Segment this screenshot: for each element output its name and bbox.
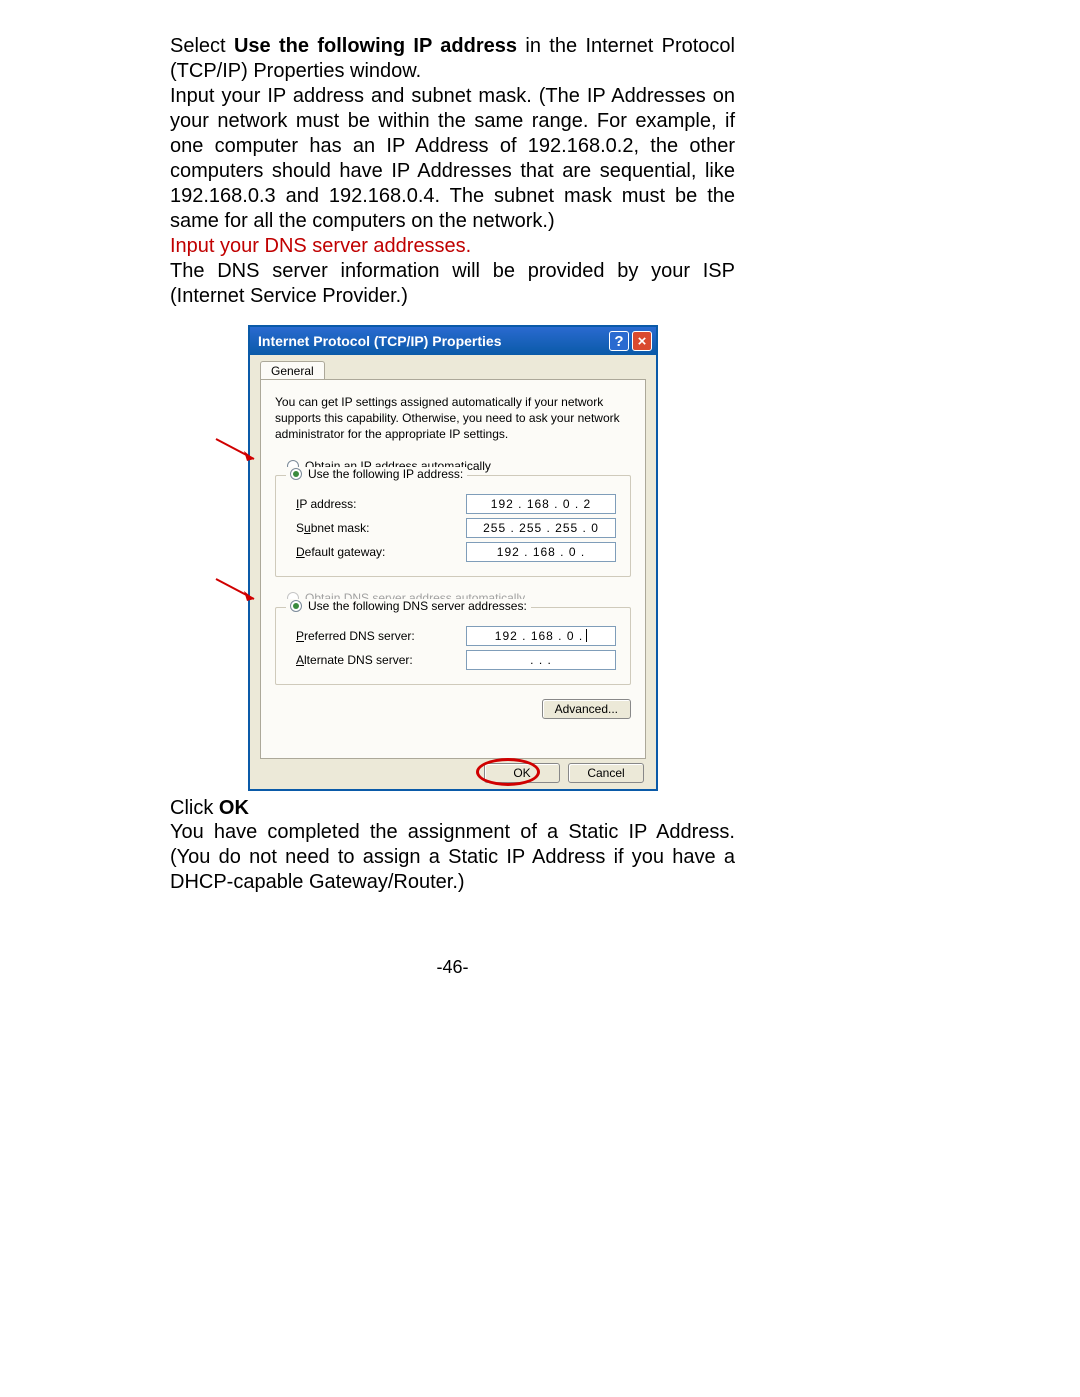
- radio-use-dns[interactable]: Use the following DNS server addresses:: [286, 599, 531, 613]
- default-gateway-input[interactable]: 192 . 168 . 0 .: [466, 542, 616, 562]
- click-ok-line: Click OK: [170, 797, 735, 820]
- ip-address-input[interactable]: 192 . 168 . 0 . 2: [466, 494, 616, 514]
- ok-button[interactable]: OK: [484, 763, 560, 783]
- ip-address-label: IP address:: [296, 497, 466, 511]
- alternate-dns-input[interactable]: . . .: [466, 650, 616, 670]
- preferred-dns-label: Preferred DNS server:: [296, 629, 466, 643]
- radio-label: Use the following DNS server addresses:: [308, 599, 527, 613]
- dns-fieldset: Use the following DNS server addresses: …: [275, 607, 631, 685]
- intro-red-line: Input your DNS server addresses.: [170, 234, 735, 259]
- dialog-titlebar: Internet Protocol (TCP/IP) Properties ? …: [250, 327, 656, 355]
- preferred-dns-input[interactable]: 192 . 168 . 0 .: [466, 626, 616, 646]
- page-number: -46-: [170, 957, 735, 978]
- radio-icon: [290, 600, 302, 612]
- close-icon[interactable]: ×: [632, 331, 652, 351]
- subnet-mask-label: Subnet mask:: [296, 521, 466, 535]
- subnet-mask-input[interactable]: 255 . 255 . 255 . 0: [466, 518, 616, 538]
- intro-para-1: Select Use the following IP address in t…: [170, 34, 735, 84]
- tab-strip: General: [260, 361, 646, 380]
- outro-para: You have completed the assignment of a S…: [170, 820, 735, 895]
- tab-panel-general: You can get IP settings assigned automat…: [260, 379, 646, 759]
- default-gateway-label: Default gateway:: [296, 545, 466, 559]
- intro-para-2: Input your IP address and subnet mask. (…: [170, 84, 735, 234]
- advanced-button[interactable]: Advanced...: [542, 699, 631, 719]
- radio-icon: [290, 468, 302, 480]
- cancel-button[interactable]: Cancel: [568, 763, 644, 783]
- radio-use-ip[interactable]: Use the following IP address:: [286, 467, 467, 481]
- dialog-description: You can get IP settings assigned automat…: [275, 394, 631, 443]
- dialog-title: Internet Protocol (TCP/IP) Properties: [258, 333, 609, 349]
- tab-general[interactable]: General: [260, 361, 325, 380]
- intro-para-3: The DNS server information will be provi…: [170, 259, 735, 309]
- alternate-dns-label: Alternate DNS server:: [296, 653, 466, 667]
- help-icon[interactable]: ?: [609, 331, 629, 351]
- radio-label: Use the following IP address:: [308, 467, 463, 481]
- ip-fieldset: Use the following IP address: IP address…: [275, 475, 631, 577]
- tcpip-properties-dialog: Internet Protocol (TCP/IP) Properties ? …: [248, 325, 658, 791]
